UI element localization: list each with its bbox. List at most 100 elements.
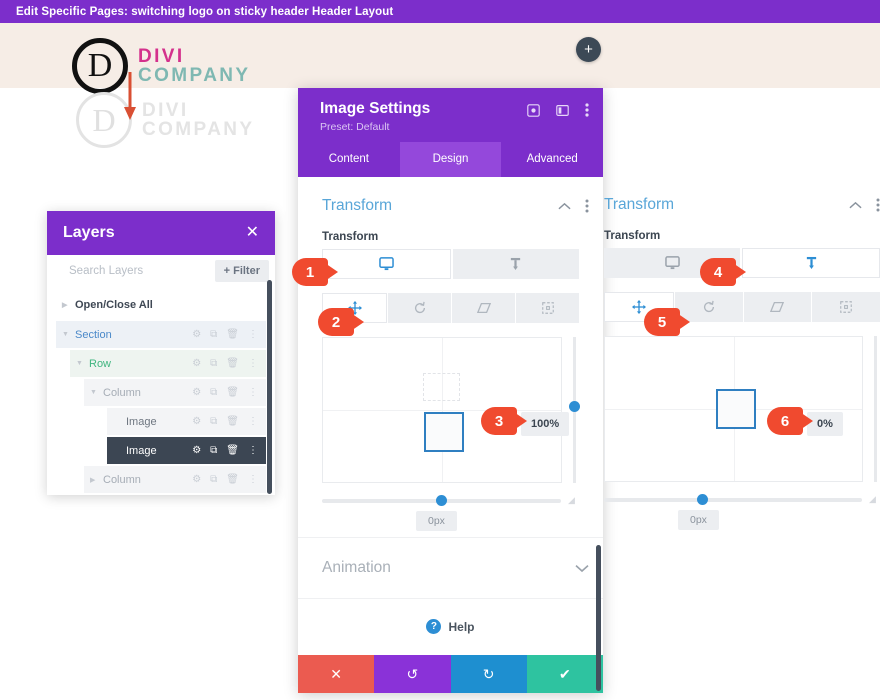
undo-button[interactable]: ↺ xyxy=(374,655,450,693)
layer-row-section[interactable]: ▼ Section ⚙ ⧉ 🗑 ⋮ xyxy=(56,321,266,348)
tab-content[interactable]: Content xyxy=(298,142,400,177)
transform-section-header-right: Transform xyxy=(604,196,880,222)
gear-icon[interactable]: ⚙ xyxy=(192,446,201,456)
more-icon[interactable]: ⋮ xyxy=(248,475,258,485)
help-icon: ? xyxy=(426,619,441,634)
device-tab-desktop[interactable] xyxy=(322,249,451,279)
filter-button[interactable]: + Filter xyxy=(215,260,269,282)
horizontal-slider-knob[interactable] xyxy=(697,494,708,505)
transform-type-rotate[interactable] xyxy=(388,293,451,323)
trash-icon[interactable]: 🗑 xyxy=(226,330,239,340)
gear-icon[interactable]: ⚙ xyxy=(192,330,201,340)
layer-row-image-1[interactable]: Image ⚙ ⧉ 🗑 ⋮ xyxy=(107,408,266,435)
callout-number: 4 xyxy=(700,258,736,286)
transform-section-icons-right xyxy=(849,198,880,212)
resize-grip-icon[interactable]: ◢ xyxy=(568,496,579,506)
more-options-icon[interactable] xyxy=(585,199,589,213)
callout-badge-5: 5 xyxy=(644,308,690,336)
layout-toggle-icon[interactable] xyxy=(556,104,569,117)
chevron-down-icon[interactable]: ▼ xyxy=(76,360,89,367)
tab-advanced[interactable]: Advanced xyxy=(501,142,603,177)
modal-action-bar: ✕ ↺ ↻ ✔ xyxy=(298,655,603,693)
duplicate-icon[interactable]: ⧉ xyxy=(210,330,217,340)
responsive-preview-icon[interactable] xyxy=(527,104,540,117)
chevron-right-icon[interactable]: ▶ xyxy=(90,476,103,484)
page-title: Edit Specific Pages: switching logo on s… xyxy=(16,6,393,18)
chevron-down-icon[interactable] xyxy=(575,564,589,573)
gear-icon[interactable]: ⚙ xyxy=(192,417,201,427)
horizontal-slider-knob[interactable] xyxy=(436,495,447,506)
modal-scrollbar[interactable] xyxy=(596,545,601,691)
horizontal-value-right[interactable]: 0px xyxy=(678,510,719,530)
redo-button[interactable]: ↻ xyxy=(451,655,527,693)
more-icon[interactable]: ⋮ xyxy=(248,388,258,398)
device-tab-sticky[interactable] xyxy=(453,249,580,279)
cancel-button[interactable]: ✕ xyxy=(298,655,374,693)
tab-design[interactable]: Design xyxy=(400,142,502,177)
layer-row-column-2[interactable]: ▶ Column ⚙ ⧉ 🗑 ⋮ xyxy=(84,466,266,493)
logo-primary[interactable]: D DIVI COMPANY xyxy=(72,38,251,94)
duplicate-icon[interactable]: ⧉ xyxy=(210,446,217,456)
layer-row-column-1[interactable]: ▼ Column ⚙ ⧉ 🗑 ⋮ xyxy=(84,379,266,406)
more-icon[interactable]: ⋮ xyxy=(248,330,258,340)
more-icon[interactable]: ⋮ xyxy=(248,417,258,427)
vertical-slider-left[interactable] xyxy=(570,337,579,483)
transform-type-skew-right[interactable] xyxy=(744,292,812,322)
chevron-down-icon[interactable]: ▼ xyxy=(90,389,103,396)
gear-icon[interactable]: ⚙ xyxy=(192,475,201,485)
transform-canvas-right[interactable] xyxy=(604,336,863,482)
horizontal-slider-track[interactable] xyxy=(604,498,862,502)
more-icon[interactable]: ⋮ xyxy=(248,446,258,456)
more-options-icon[interactable] xyxy=(876,198,880,212)
trash-icon[interactable]: 🗑 xyxy=(226,417,239,427)
gear-icon[interactable]: ⚙ xyxy=(192,388,201,398)
logo-faded-line1: DIVI xyxy=(142,101,255,120)
help-row[interactable]: ? Help xyxy=(298,598,603,654)
close-icon[interactable]: ✕ xyxy=(246,225,259,241)
vertical-slider-knob[interactable] xyxy=(569,401,580,412)
save-button[interactable]: ✔ xyxy=(527,655,603,693)
gear-icon[interactable]: ⚙ xyxy=(192,359,201,369)
device-tabs-left xyxy=(322,249,579,279)
duplicate-icon[interactable]: ⧉ xyxy=(210,417,217,427)
transform-type-scale-right[interactable] xyxy=(812,292,880,322)
animation-section-left[interactable]: Animation xyxy=(298,537,603,598)
device-tab-sticky-right[interactable] xyxy=(742,248,880,278)
transform-preview-right xyxy=(604,336,880,482)
vertical-slider-right[interactable] xyxy=(871,336,880,482)
layers-scrollbar[interactable] xyxy=(267,280,272,494)
chevron-up-icon[interactable] xyxy=(558,202,571,211)
duplicate-icon[interactable]: ⧉ xyxy=(210,388,217,398)
modal-tabs: Content Design Advanced xyxy=(298,142,603,177)
logo-secondary[interactable]: D DIVI COMPANY xyxy=(76,92,255,148)
transform-handle-box-right[interactable] xyxy=(716,389,756,429)
preset-selector[interactable]: Preset: Default xyxy=(320,121,589,133)
desktop-icon xyxy=(379,257,394,271)
layer-row-row[interactable]: ▼ Row ⚙ ⧉ 🗑 ⋮ xyxy=(70,350,266,377)
chevron-down-icon[interactable]: ▼ xyxy=(62,331,75,338)
transform-type-skew[interactable] xyxy=(452,293,515,323)
layers-panel-header: Layers ✕ xyxy=(47,211,275,255)
more-icon[interactable]: ⋮ xyxy=(248,359,258,369)
trash-icon[interactable]: 🗑 xyxy=(226,475,239,485)
transform-type-scale[interactable] xyxy=(516,293,579,323)
rotate-icon xyxy=(413,301,427,315)
trash-icon[interactable]: 🗑 xyxy=(226,359,239,369)
duplicate-icon[interactable]: ⧉ xyxy=(210,359,217,369)
trash-icon[interactable]: 🗑 xyxy=(226,388,239,398)
logo-secondary-text: DIVI COMPANY xyxy=(142,101,255,140)
transform-handle-box[interactable] xyxy=(424,412,464,452)
layer-row-image-2-selected[interactable]: Image ⚙ ⧉ 🗑 ⋮ xyxy=(107,437,266,464)
more-options-icon[interactable] xyxy=(585,103,589,117)
sticky-pin-icon xyxy=(805,256,818,270)
trash-icon[interactable]: 🗑 xyxy=(226,446,239,456)
resize-grip-icon[interactable]: ◢ xyxy=(869,495,880,505)
sticky-pin-icon xyxy=(509,257,522,271)
horizontal-value-left[interactable]: 0px xyxy=(416,511,457,531)
duplicate-icon[interactable]: ⧉ xyxy=(210,475,217,485)
vertical-value-left[interactable]: 100% xyxy=(521,412,569,436)
add-module-button[interactable]: + xyxy=(576,37,601,62)
open-close-all-row[interactable]: ▶ Open/Close All xyxy=(56,291,266,318)
chevron-up-icon[interactable] xyxy=(849,201,862,210)
search-input[interactable]: Search Layers xyxy=(69,265,143,277)
